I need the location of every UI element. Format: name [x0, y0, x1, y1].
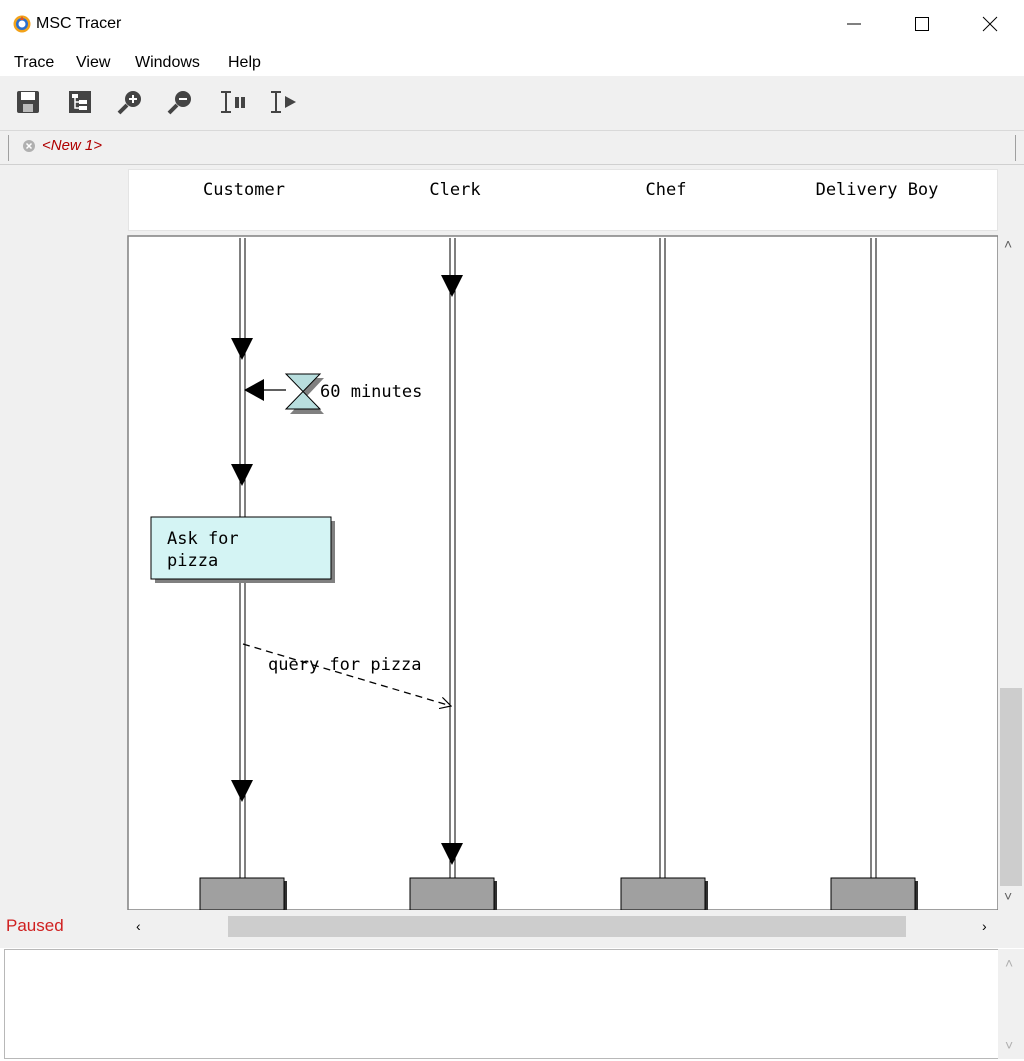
tree-view-button[interactable]	[66, 88, 94, 116]
vertical-scroll-thumb[interactable]	[1000, 688, 1022, 886]
lifeline-header-chef: Chef	[645, 180, 687, 200]
zoom-out-icon	[167, 91, 191, 115]
maximize-icon	[915, 17, 929, 31]
title-bar: MSC Tracer	[0, 0, 1024, 48]
tab-scroll-right[interactable]	[1015, 135, 1024, 161]
tab-bar: <New 1>	[0, 131, 1024, 165]
console-scroll-down-icon[interactable]: ˅	[1005, 1037, 1013, 1053]
scroll-up-icon[interactable]: ˄	[1004, 236, 1012, 252]
lifeline-header-area: Customer Clerk Chef Delivery Boy	[0, 165, 1024, 232]
tab-label: <New 1>	[42, 137, 103, 154]
step-trace-button[interactable]	[268, 88, 296, 116]
pause-trace-icon	[221, 91, 245, 113]
zoom-in-button[interactable]	[116, 88, 144, 116]
close-button[interactable]	[956, 0, 1024, 48]
lifeline-end-delivery-boy	[830, 877, 918, 910]
menu-bar: Trace View Windows Help	[0, 50, 1024, 76]
console-scrollbar[interactable]: ˄ ˅	[998, 949, 1024, 1059]
tree-icon	[69, 91, 91, 113]
save-button[interactable]	[14, 88, 42, 116]
lifeline-header-clerk: Clerk	[429, 180, 481, 200]
action-ask-for-pizza[interactable]: Ask for pizza	[150, 516, 335, 583]
scroll-left-icon[interactable]: ‹	[136, 918, 141, 934]
timer-label: 60 minutes	[320, 382, 422, 402]
zoom-out-button[interactable]	[166, 88, 194, 116]
close-icon	[982, 16, 998, 32]
sequence-diagram: 60 minutes Ask for pizza query for pizza	[127, 235, 998, 910]
menu-windows[interactable]: Windows	[135, 54, 200, 72]
maximize-button[interactable]	[888, 0, 956, 48]
pause-trace-button[interactable]	[218, 88, 246, 116]
console-scroll-up-icon[interactable]: ˄	[1005, 955, 1013, 971]
minimize-button[interactable]	[820, 0, 888, 48]
scroll-right-icon[interactable]: ›	[982, 918, 987, 934]
horizontal-scroll-thumb[interactable]	[228, 916, 906, 937]
app-icon	[13, 15, 31, 33]
status-row: Paused ‹ ›	[0, 910, 1024, 948]
output-console[interactable]	[4, 949, 1000, 1059]
message-label: query for pizza	[268, 655, 422, 675]
menu-help[interactable]: Help	[228, 54, 261, 72]
lifeline-end-clerk	[409, 877, 497, 910]
vertical-scrollbar[interactable]: ˄ ˅	[998, 232, 1024, 910]
scroll-down-icon[interactable]: ˅	[1004, 888, 1012, 904]
save-icon	[17, 91, 39, 113]
tab-scroll-left[interactable]	[0, 135, 9, 161]
action-label-line1: Ask for	[167, 529, 239, 549]
status-text: Paused	[6, 916, 64, 935]
window-title: MSC Tracer	[36, 15, 122, 32]
lifeline-header: Customer Clerk Chef Delivery Boy	[128, 169, 998, 231]
menu-view[interactable]: View	[76, 54, 110, 72]
lifeline-end-chef	[620, 877, 708, 910]
diagram-viewport: 60 minutes Ask for pizza query for pizza	[0, 232, 1024, 910]
step-trace-icon	[271, 91, 296, 113]
zoom-in-icon	[117, 91, 141, 115]
lifeline-header-customer: Customer	[203, 180, 285, 200]
toolbar	[0, 76, 1024, 131]
tab-close-icon[interactable]	[22, 139, 36, 153]
lifeline-end-customer	[199, 877, 287, 910]
action-label-line2: pizza	[167, 551, 218, 571]
lifeline-header-delivery-boy: Delivery Boy	[815, 180, 939, 200]
menu-trace[interactable]: Trace	[14, 54, 54, 72]
minimize-icon	[847, 23, 861, 25]
tab-new-1[interactable]: <New 1>	[22, 137, 102, 154]
